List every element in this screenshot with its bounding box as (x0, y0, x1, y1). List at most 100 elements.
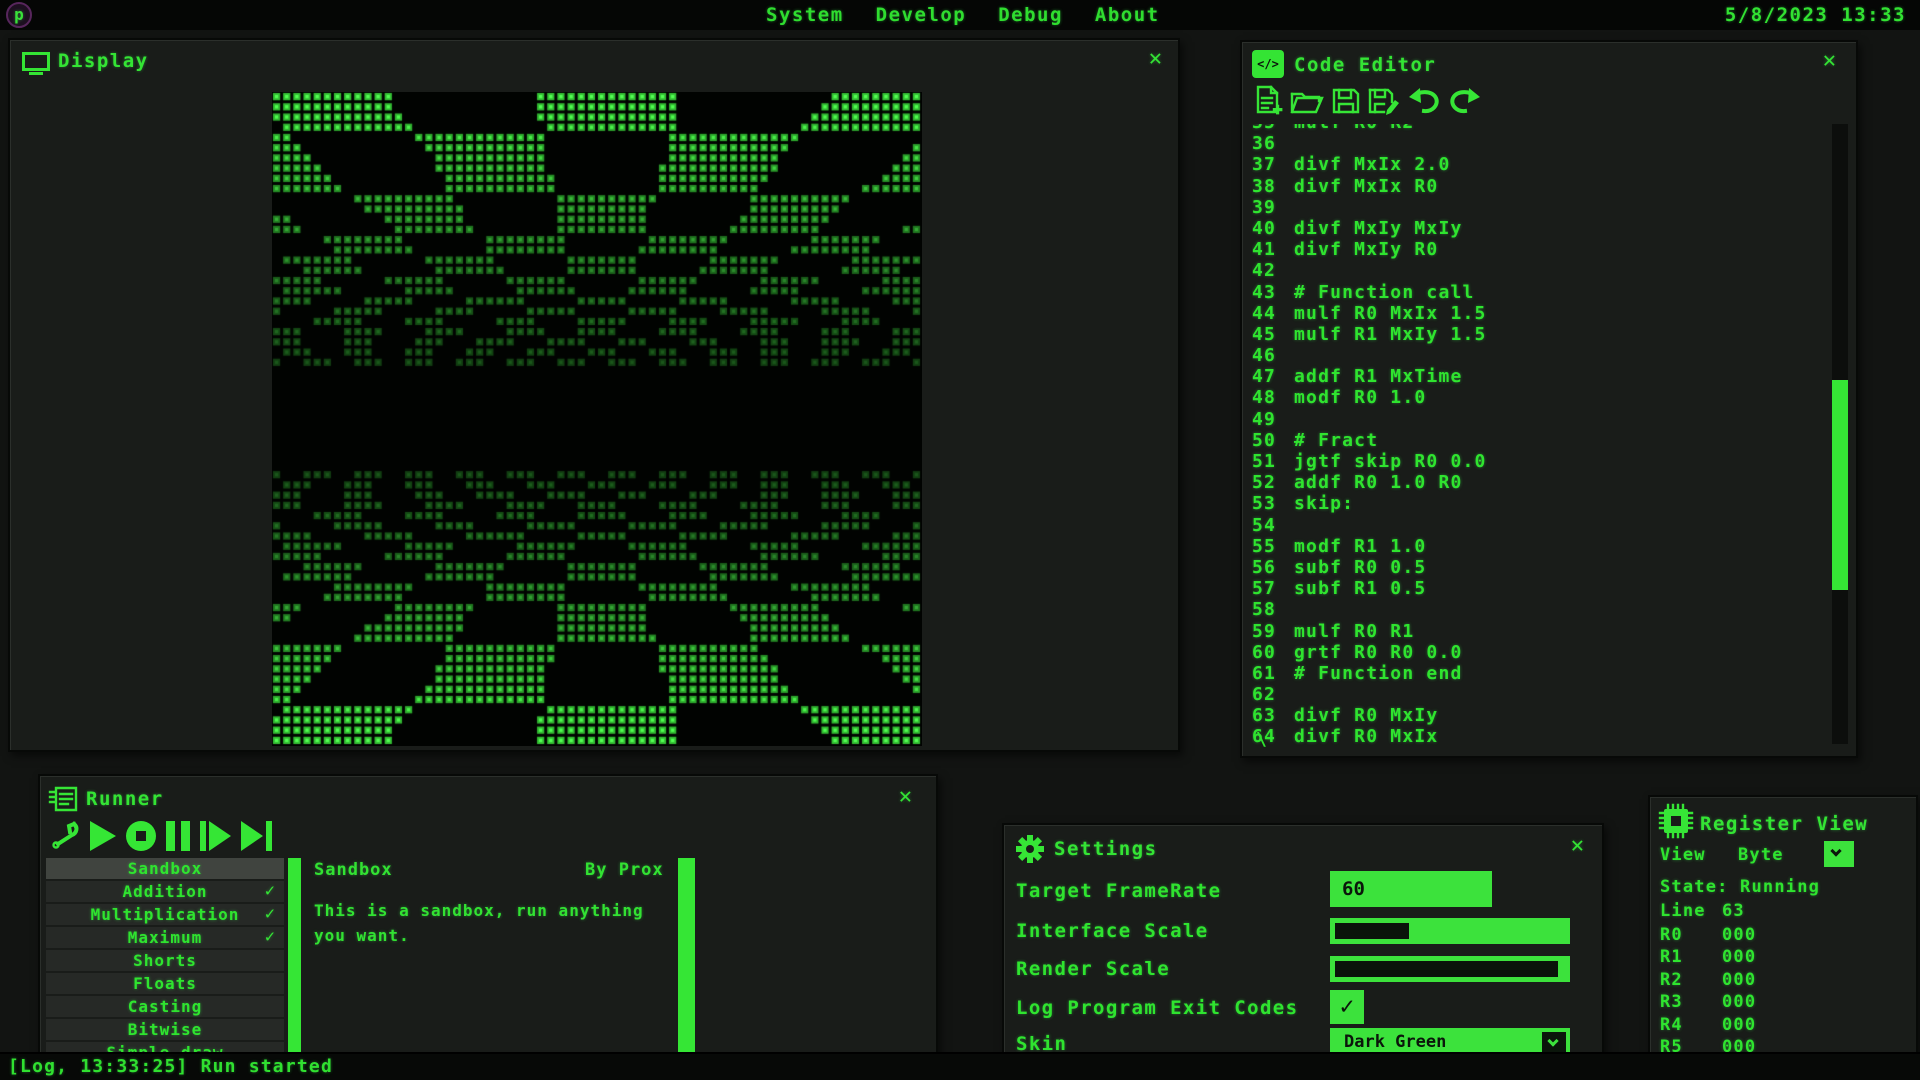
code-line[interactable]: 39 (1252, 197, 1822, 218)
render-scale-slider[interactable] (1330, 956, 1570, 982)
undo-icon[interactable] (1406, 84, 1442, 118)
code-line[interactable]: 40divf MxIy MxIy (1252, 218, 1822, 239)
code-line[interactable]: 61# Function end (1252, 663, 1822, 684)
chevron-down-icon (1830, 845, 1841, 856)
code-line[interactable]: 35mulf R0 R2 (1252, 124, 1822, 133)
settings-window: Settings ✕ Target FrameRate 60 Interface… (1002, 823, 1604, 1059)
code-line[interactable]: 62 (1252, 684, 1822, 705)
code-line[interactable]: 46 (1252, 345, 1822, 366)
code-editor-title: Code Editor (1294, 54, 1436, 76)
app-logo-icon[interactable]: p (6, 2, 32, 28)
code-line[interactable]: 54 (1252, 515, 1822, 536)
program-list-item-sandbox[interactable]: Sandbox (46, 858, 284, 879)
code-line[interactable]: 36 (1252, 133, 1822, 154)
menu-about[interactable]: About (1095, 4, 1160, 26)
code-scrollbar-thumb[interactable] (1832, 380, 1848, 590)
gear-icon (1014, 833, 1046, 869)
check-icon: ✓ (265, 927, 276, 948)
code-line[interactable]: 48modf R0 1.0 (1252, 387, 1822, 408)
display-close-button[interactable]: ✕ (1149, 48, 1162, 70)
log-exit-codes-label: Log Program Exit Codes (1016, 997, 1298, 1019)
render-scale-label: Render Scale (1016, 958, 1170, 980)
check-icon: ✓ (1340, 992, 1354, 1020)
program-list-item-floats[interactable]: Floats (46, 973, 284, 994)
code-line[interactable]: 51jgtf skip R0 0.0 (1252, 451, 1822, 472)
code-line[interactable]: 42 (1252, 260, 1822, 281)
framerate-label: Target FrameRate (1016, 880, 1221, 902)
menu-system[interactable]: System (766, 4, 844, 26)
framerate-input[interactable]: 60 (1330, 871, 1492, 907)
code-line[interactable]: 57subf R1 0.5 (1252, 578, 1822, 599)
code-line[interactable]: 38divf MxIx R0 (1252, 176, 1822, 197)
menu-debug[interactable]: Debug (998, 4, 1063, 26)
code-line[interactable]: 47addf R1 MxTime (1252, 366, 1822, 387)
program-list-item-bitwise[interactable]: Bitwise (46, 1019, 284, 1040)
code-line[interactable]: 49 (1252, 409, 1822, 430)
code-editor-window: </> Code Editor ✕ (1240, 40, 1858, 758)
code-scrollbar-track[interactable] (1832, 124, 1848, 744)
chevron-down-icon (1547, 1035, 1558, 1046)
interface-scale-slider[interactable] (1330, 918, 1570, 944)
step-forward-button[interactable] (200, 821, 231, 851)
program-list-item-shorts[interactable]: Shorts (46, 950, 284, 971)
code-line[interactable]: 64divf R0 MxIx (1252, 726, 1822, 746)
code-editor-icon: </> (1252, 50, 1284, 78)
vm-state: State: Running (1660, 877, 1820, 897)
code-line[interactable]: 63divf R0 MxIy (1252, 705, 1822, 726)
interface-scale-label: Interface Scale (1016, 920, 1209, 942)
code-line[interactable]: 55modf R1 1.0 (1252, 536, 1822, 557)
code-line[interactable]: 43# Function call (1252, 282, 1822, 303)
code-line[interactable]: 59mulf R0 R1 (1252, 621, 1822, 642)
menu-develop[interactable]: Develop (876, 4, 967, 26)
program-list-item-maximum[interactable]: Maximum✓ (46, 927, 284, 948)
code-editor-close-button[interactable]: ✕ (1823, 50, 1836, 72)
line-value: 63 (1722, 901, 1745, 921)
code-line[interactable]: 58 (1252, 599, 1822, 620)
register-rows: R0000R1000R2000R3000R4000R5000 (1650, 925, 1916, 1059)
runner-title: Runner (86, 788, 164, 810)
code-line[interactable]: 50# Fract (1252, 430, 1822, 451)
code-line[interactable]: 52addf R0 1.0 R0 (1252, 472, 1822, 493)
register-row-r0: R0000 (1650, 925, 1916, 947)
view-label: View (1660, 845, 1706, 865)
pause-button[interactable] (166, 821, 190, 851)
code-line[interactable]: 56subf R0 0.5 (1252, 557, 1822, 578)
code-line[interactable]: 53skip: (1252, 493, 1822, 514)
settings-title: Settings (1054, 838, 1158, 860)
code-line[interactable]: 60grtf R0 R0 0.0 (1252, 642, 1822, 663)
stop-button[interactable] (126, 821, 156, 851)
code-lines: 35mulf R0 R23637divf MxIx 2.038divf MxIx… (1252, 124, 1822, 746)
runner-window: Runner ✕ SandboxAddition✓Multiplication✓… (38, 774, 938, 1074)
desktop: p SystemDevelopDebugAbout 5/8/2023 13:33… (0, 0, 1920, 1080)
play-button[interactable] (90, 821, 116, 851)
program-list-scrollbar[interactable] (288, 858, 301, 1054)
program-detail-scrollbar[interactable] (678, 858, 695, 1054)
monitor-icon (22, 52, 50, 71)
save-as-icon[interactable] (1367, 84, 1401, 118)
code-editor-text[interactable]: 35mulf R0 R23637divf MxIx 2.038divf MxIx… (1252, 124, 1822, 746)
open-folder-icon[interactable] (1289, 84, 1325, 118)
log-exit-codes-checkbox[interactable]: ✓ (1330, 990, 1364, 1024)
skin-dropdown-button[interactable] (1542, 1032, 1566, 1052)
program-list-item-addition[interactable]: Addition✓ (46, 881, 284, 902)
settings-close-button[interactable]: ✕ (1571, 835, 1584, 857)
code-line[interactable]: 45mulf R1 MxIy 1.5 (1252, 324, 1822, 345)
wrench-icon[interactable] (50, 818, 80, 854)
display-window: Display ✕ (8, 38, 1180, 752)
check-icon: ✓ (265, 881, 276, 902)
new-file-icon[interactable] (1252, 84, 1284, 118)
save-icon[interactable] (1330, 84, 1362, 118)
register-row-r1: R1000 (1650, 947, 1916, 969)
view-dropdown-button[interactable] (1824, 841, 1854, 867)
code-line[interactable]: 37divf MxIx 2.0 (1252, 154, 1822, 175)
display-title: Display (58, 50, 149, 72)
code-line[interactable]: 41divf MxIy R0 (1252, 239, 1822, 260)
program-list-item-casting[interactable]: Casting (46, 996, 284, 1017)
resize-handle-icon[interactable]: \ (1256, 729, 1267, 750)
skip-to-end-button[interactable] (241, 821, 272, 851)
code-line[interactable]: 44mulf R0 MxIx 1.5 (1252, 303, 1822, 324)
skin-value: Dark Green (1344, 1032, 1446, 1052)
runner-close-button[interactable]: ✕ (899, 786, 912, 808)
program-list-item-multiplication[interactable]: Multiplication✓ (46, 904, 284, 925)
redo-icon[interactable] (1447, 84, 1483, 118)
